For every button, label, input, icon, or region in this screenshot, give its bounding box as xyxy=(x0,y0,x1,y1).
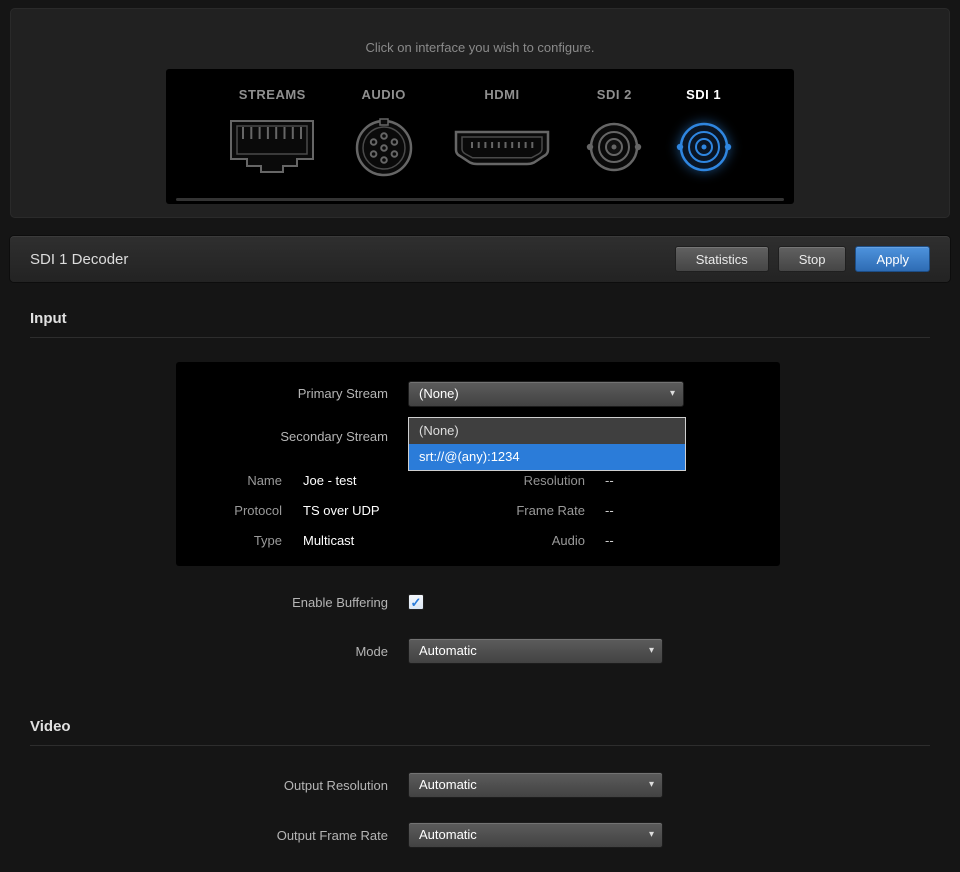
resolution-label: Resolution xyxy=(176,469,585,493)
output-frame-rate-dropdown[interactable]: Automatic ▾ xyxy=(408,822,663,848)
primary-stream-label: Primary Stream xyxy=(176,381,388,407)
interface-audio-label: AUDIO xyxy=(361,87,405,102)
mode-row: Mode Automatic ▾ xyxy=(10,638,950,664)
input-section-heading: Input xyxy=(30,310,930,338)
mode-value: Automatic xyxy=(419,643,477,658)
statistics-button[interactable]: Statistics xyxy=(675,246,769,272)
mode-dropdown[interactable]: Automatic ▾ xyxy=(408,638,663,664)
menu-option-srt[interactable]: srt://@(any):1234 xyxy=(409,444,685,470)
output-frame-rate-row: Output Frame Rate Automatic ▾ xyxy=(10,822,950,848)
audio-value: -- xyxy=(605,529,614,553)
video-section-heading: Video xyxy=(30,718,930,746)
stream-config-panel: Primary Stream (None) ▾ Secondary Stream… xyxy=(176,362,780,566)
audio-connector-icon xyxy=(349,110,419,184)
check-icon: ✓ xyxy=(411,595,422,610)
chooser-instruction: Click on interface you wish to configure… xyxy=(10,40,950,55)
chevron-down-icon: ▾ xyxy=(649,823,654,847)
interface-streams-label: STREAMS xyxy=(239,87,306,102)
output-resolution-label: Output Resolution xyxy=(10,778,388,793)
interface-audio[interactable]: AUDIO xyxy=(349,87,419,184)
bnc-connector-icon xyxy=(585,110,643,184)
interface-hdmi[interactable]: HDMI xyxy=(450,87,554,184)
interface-hdmi-label: HDMI xyxy=(484,87,519,102)
decoder-header-bar: SDI 1 Decoder Statistics Stop Apply xyxy=(10,236,950,282)
primary-stream-dropdown[interactable]: (None) ▾ xyxy=(408,381,684,407)
stream-select-menu: (None) srt://@(any):1234 xyxy=(408,417,686,471)
output-frame-rate-label: Output Frame Rate xyxy=(10,828,388,843)
bnc-connector-icon-selected xyxy=(675,110,733,184)
header-actions: Statistics Stop Apply xyxy=(675,246,930,272)
interface-chooser-panel: Click on interface you wish to configure… xyxy=(10,8,950,218)
hdmi-icon xyxy=(450,110,554,184)
chevron-down-icon: ▾ xyxy=(649,773,654,797)
enable-buffering-row: Enable Buffering ✓ xyxy=(10,594,950,610)
device-rear-panel: STREAMS AUDIO xyxy=(166,69,794,204)
output-resolution-row: Output Resolution Automatic ▾ xyxy=(10,772,950,798)
chevron-down-icon: ▾ xyxy=(649,639,654,663)
page-title: SDI 1 Decoder xyxy=(30,251,128,268)
output-frame-rate-value: Automatic xyxy=(419,827,477,842)
primary-stream-value: (None) xyxy=(419,386,459,401)
audio-label: Audio xyxy=(176,529,585,553)
interface-sdi1[interactable]: SDI 1 xyxy=(675,87,733,184)
output-resolution-value: Automatic xyxy=(419,777,477,792)
chevron-down-icon: ▾ xyxy=(670,382,675,406)
secondary-stream-label: Secondary Stream xyxy=(176,424,388,450)
mode-label: Mode xyxy=(10,644,388,659)
interface-sdi2[interactable]: SDI 2 xyxy=(585,87,643,184)
ethernet-icon xyxy=(227,110,317,184)
stop-button[interactable]: Stop xyxy=(778,246,847,272)
enable-buffering-checkbox[interactable]: ✓ xyxy=(408,594,424,610)
menu-option-none[interactable]: (None) xyxy=(409,418,685,444)
interface-sdi2-label: SDI 2 xyxy=(597,87,632,102)
interface-streams[interactable]: STREAMS xyxy=(227,87,317,184)
apply-button[interactable]: Apply xyxy=(855,246,930,272)
frame-rate-label: Frame Rate xyxy=(176,499,585,523)
enable-buffering-label: Enable Buffering xyxy=(10,595,388,610)
output-resolution-dropdown[interactable]: Automatic ▾ xyxy=(408,772,663,798)
frame-rate-value: -- xyxy=(605,499,614,523)
resolution-value: -- xyxy=(605,469,614,493)
interface-sdi1-label: SDI 1 xyxy=(686,87,721,102)
